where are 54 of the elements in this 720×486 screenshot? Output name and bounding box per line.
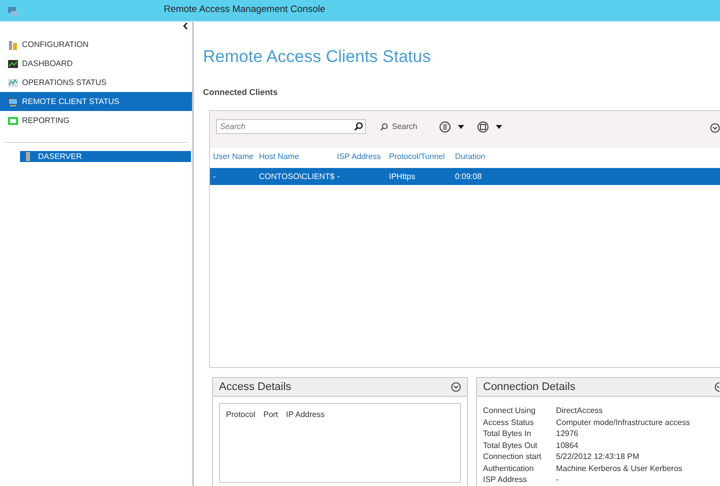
search-field[interactable]: Search — [216, 119, 366, 134]
table-cell-text: - — [212, 170, 217, 183]
column-header[interactable]: ISP Address — [334, 151, 386, 164]
column-header[interactable]: Duration — [452, 151, 490, 164]
column-header[interactable]: Host Name — [256, 151, 334, 164]
column-header[interactable]: Protocol — [226, 409, 256, 422]
detail-label: ISP Address — [483, 474, 528, 486]
table-cell-text: 0:09:08 — [454, 170, 483, 183]
detail-value: 5/22/2012 12:43:18 PM — [556, 451, 640, 463]
detail-value: 10864 — [556, 440, 580, 452]
detail-label: Access Status — [483, 416, 535, 428]
save-dropdown-icon[interactable] — [477, 121, 504, 134]
expand-icon[interactable] — [714, 382, 720, 392]
expand-icon[interactable] — [451, 382, 461, 392]
panel-title: Access Details — [219, 380, 292, 395]
sidebar-item[interactable]: CONFIGURATION — [0, 35, 192, 54]
chart-icon — [8, 58, 18, 68]
table-cell-text: CONTOSO\CLIENT$ — [258, 170, 334, 183]
table-cell-text: - — [336, 170, 341, 183]
column-header[interactable]: User Name — [210, 151, 256, 164]
column-header[interactable]: Protocol/Tunnel — [386, 151, 452, 164]
column-header[interactable]: Port — [263, 409, 278, 422]
detail-value: DirectAccess — [556, 405, 604, 417]
sidebar-item[interactable]: OPERATIONS STATUS — [0, 73, 192, 92]
detail-label: Connection start — [483, 451, 542, 463]
sidebar-item[interactable]: REMOTE CLIENT STATUS — [0, 92, 192, 111]
detail-value: Machine Kerberos & User Kerberos — [556, 462, 684, 474]
collapse-icon[interactable] — [183, 22, 188, 30]
graph-icon — [8, 78, 18, 88]
columns-dropdown-icon[interactable] — [439, 121, 466, 134]
search-button[interactable]: Search — [380, 119, 418, 134]
detail-value: Computer mode/Infrastructure access — [556, 416, 691, 428]
sidebar-item[interactable]: DASHBOARD — [0, 54, 192, 73]
server-item[interactable]: DASERVER — [20, 151, 191, 162]
panel-title: Connection Details — [483, 380, 576, 395]
monitor-icon — [8, 96, 18, 106]
sidebar-item[interactable]: REPORTING — [0, 111, 192, 130]
detail-label: Total Bytes In — [483, 428, 532, 440]
expand-icon[interactable] — [710, 123, 720, 134]
search-icon — [354, 122, 363, 132]
table-cell-text: IPHttps — [388, 170, 416, 183]
page-heading: Remote Access Clients Status — [203, 46, 432, 68]
detail-label: Authentication — [483, 462, 535, 474]
server-icon — [26, 152, 30, 161]
column-header[interactable]: IP Address — [286, 409, 325, 422]
search-icon — [380, 122, 388, 131]
table-row[interactable]: - CONTOSO\CLIENT$ - IPHttps 0:09:08 — [210, 168, 720, 186]
app-icon — [7, 4, 19, 16]
detail-label: Connect Using — [483, 405, 536, 417]
section-title: Connected Clients — [203, 86, 279, 98]
detail-value: 12976 — [556, 428, 580, 440]
detail-label: Total Bytes Out — [483, 440, 538, 452]
detail-value: - — [556, 474, 560, 486]
window-title: Remote Access Management Console — [162, 3, 326, 18]
